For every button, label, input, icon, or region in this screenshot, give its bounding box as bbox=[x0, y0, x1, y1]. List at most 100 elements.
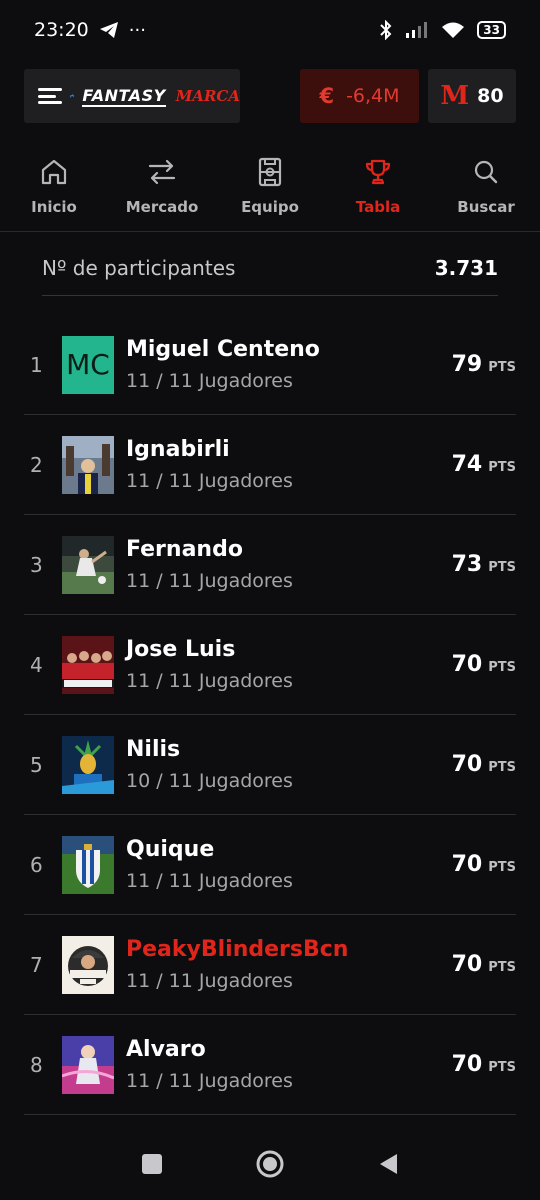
standing-row[interactable]: 4 Jose Luis 11 / 11 Jugadores 70 PTS bbox=[24, 615, 516, 715]
manager-name: Quique bbox=[126, 837, 215, 862]
recent-apps-icon bbox=[142, 1154, 162, 1174]
points-unit: PTS bbox=[488, 660, 516, 675]
avatar bbox=[62, 535, 114, 594]
rank: 8 bbox=[30, 1052, 43, 1077]
points-value: 70 bbox=[451, 652, 483, 677]
players-count: 11 / 11 Jugadores bbox=[126, 1070, 293, 1092]
avatar: MC bbox=[62, 335, 114, 394]
standings-list: 1 MC Miguel Centeno 11 / 11 Jugadores 79… bbox=[24, 315, 516, 1115]
standing-row[interactable]: 5 Nilis 10 / 11 Jugadores 70 PTS bbox=[24, 715, 516, 815]
signal-icon bbox=[406, 22, 428, 38]
budget-button[interactable]: € -6,4M bbox=[300, 69, 419, 123]
rank: 7 bbox=[30, 952, 43, 977]
participants-summary: Nº de participantes 3.731 bbox=[42, 240, 498, 296]
players-count: 11 / 11 Jugadores bbox=[126, 970, 293, 992]
players-count: 11 / 11 Jugadores bbox=[126, 870, 293, 892]
tab-label: Buscar bbox=[457, 198, 515, 216]
tab-tabla[interactable]: Tabla bbox=[324, 150, 432, 231]
brand-menu-button[interactable]: FANTASY MARCA bbox=[24, 69, 240, 123]
points-unit: PTS bbox=[488, 960, 516, 975]
system-navigation-bar bbox=[0, 1128, 540, 1200]
tab-equipo[interactable]: Equipo bbox=[216, 150, 324, 231]
standing-row[interactable]: 3 Fernando 11 / 11 Jugadores 73 PTS bbox=[24, 515, 516, 615]
tab-buscar[interactable]: Buscar bbox=[432, 150, 540, 231]
avatar-initials: MC bbox=[66, 348, 110, 381]
points-unit: PTS bbox=[488, 760, 516, 775]
wifi-icon bbox=[442, 22, 465, 38]
points-value: 79 bbox=[451, 352, 483, 377]
players-count: 11 / 11 Jugadores bbox=[126, 370, 293, 392]
menu-icon bbox=[38, 88, 62, 104]
app-header: FANTASY MARCA € -6,4M M 80 bbox=[24, 69, 516, 123]
manager-name: PeakyBlindersBcn bbox=[126, 937, 349, 962]
manager-name: Jose Luis bbox=[126, 637, 236, 662]
recent-apps-button[interactable] bbox=[137, 1149, 167, 1179]
participants-label: Nº de participantes bbox=[42, 255, 236, 280]
rank: 1 bbox=[30, 352, 43, 377]
bluetooth-icon bbox=[380, 20, 392, 40]
brand-fantasy: FANTASY bbox=[82, 85, 166, 107]
points-unit: PTS bbox=[488, 360, 516, 375]
budget-value: -6,4M bbox=[346, 85, 400, 107]
points-value: 70 bbox=[451, 752, 483, 777]
points-unit: PTS bbox=[488, 1060, 516, 1075]
movistar-logo-icon bbox=[70, 94, 75, 98]
points-value: 80 bbox=[477, 85, 504, 107]
players-count: 10 / 11 Jugadores bbox=[126, 770, 293, 792]
standing-row[interactable]: 1 MC Miguel Centeno 11 / 11 Jugadores 79… bbox=[24, 315, 516, 415]
points-value: 74 bbox=[451, 452, 483, 477]
rank: 6 bbox=[30, 852, 43, 877]
back-triangle-icon bbox=[380, 1154, 397, 1174]
back-button[interactable] bbox=[373, 1149, 403, 1179]
rank: 2 bbox=[30, 452, 43, 477]
standing-row-current-user[interactable]: 7 PeakyBlindersBcn 11 / 11 Jugadores 70 P… bbox=[24, 915, 516, 1015]
avatar bbox=[62, 735, 114, 794]
euro-icon: € bbox=[319, 84, 335, 108]
avatar bbox=[62, 1035, 114, 1094]
telegram-icon bbox=[99, 22, 118, 38]
players-count: 11 / 11 Jugadores bbox=[126, 670, 293, 692]
points-value: 73 bbox=[451, 552, 483, 577]
tab-label: Inicio bbox=[31, 198, 77, 216]
rank: 3 bbox=[30, 552, 43, 577]
transfer-arrows-icon bbox=[148, 159, 176, 185]
status-bar: 23:20 ··· 33 bbox=[0, 0, 540, 60]
avatar bbox=[62, 435, 114, 494]
avatar bbox=[62, 635, 114, 694]
avatar bbox=[62, 835, 114, 894]
manager-name: Nilis bbox=[126, 737, 181, 762]
standing-row[interactable]: 6 Quique 11 / 11 Jugadores 70 PTS bbox=[24, 815, 516, 915]
players-count: 11 / 11 Jugadores bbox=[126, 470, 293, 492]
participants-count: 3.731 bbox=[434, 255, 498, 280]
manager-name: Ignabirli bbox=[126, 437, 230, 462]
home-icon bbox=[41, 159, 67, 185]
pitch-icon bbox=[258, 157, 282, 187]
more-notifications-icon: ··· bbox=[128, 19, 146, 41]
standing-row[interactable]: 8 Alvaro 11 / 11 Jugadores 70 PTS bbox=[24, 1015, 516, 1115]
tab-label: Tabla bbox=[355, 198, 401, 216]
main-nav: Inicio Mercado Equipo Tabla Buscar bbox=[0, 150, 540, 232]
points-button[interactable]: M 80 bbox=[428, 69, 516, 123]
points-unit: PTS bbox=[488, 860, 516, 875]
tab-inicio[interactable]: Inicio bbox=[0, 150, 108, 231]
standing-row[interactable]: 2 Ignabirli 11 / 11 Jugadores 74 PTS bbox=[24, 415, 516, 515]
trophy-icon bbox=[365, 159, 391, 185]
manager-name: Fernando bbox=[126, 537, 243, 562]
points-unit: PTS bbox=[488, 560, 516, 575]
players-count: 11 / 11 Jugadores bbox=[126, 570, 293, 592]
manager-name: Miguel Centeno bbox=[126, 337, 320, 362]
tab-label: Mercado bbox=[125, 198, 199, 216]
points-value: 70 bbox=[451, 952, 483, 977]
points-value: 70 bbox=[451, 1052, 483, 1077]
marca-logo-icon: M bbox=[440, 81, 470, 111]
rank: 4 bbox=[30, 652, 43, 677]
home-button[interactable] bbox=[255, 1149, 285, 1179]
battery-indicator: 33 bbox=[477, 21, 506, 39]
home-circle-icon bbox=[256, 1150, 284, 1178]
brand-marca: MARCA bbox=[175, 87, 240, 105]
rank: 5 bbox=[30, 752, 43, 777]
points-value: 70 bbox=[451, 852, 483, 877]
avatar bbox=[62, 935, 114, 994]
tab-label: Equipo bbox=[241, 198, 299, 216]
tab-mercado[interactable]: Mercado bbox=[108, 150, 216, 231]
